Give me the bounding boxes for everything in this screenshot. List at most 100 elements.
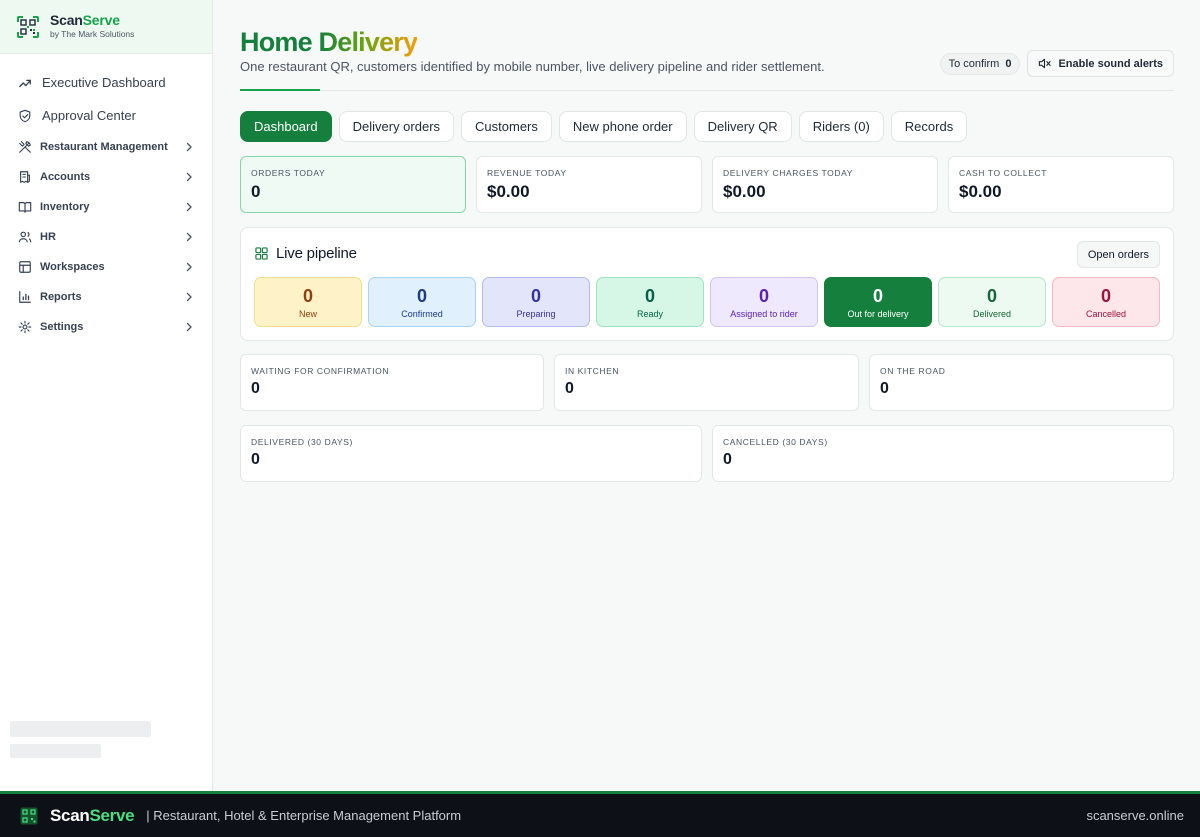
stage-count: 0 (416, 285, 427, 306)
card-label: DELIVERED (30 DAYS) (251, 437, 353, 447)
dashboard-grid-icon (255, 247, 268, 260)
sidebar-item-workspaces[interactable]: Workspaces (10, 252, 202, 282)
tab-riders[interactable]: Riders (0) (798, 111, 884, 142)
sidebar-item-reports[interactable]: Reports (10, 282, 202, 312)
pipeline-stage-assigned-to-rider[interactable]: 0 Assigned to rider (710, 277, 818, 327)
pipeline-stage-new[interactable]: 0 New (254, 277, 362, 327)
chevron-right-icon (186, 322, 192, 332)
card-value: 0 (880, 380, 889, 397)
tab-dashboard[interactable]: Dashboard (240, 111, 332, 142)
stage-label: Delivered (972, 308, 1012, 319)
footer-bar: ScanServe | Restaurant, Hotel & Enterpri… (0, 791, 1200, 837)
bar-chart-icon (19, 291, 31, 303)
header-divider (240, 90, 1174, 91)
card-value: $0.00 (959, 182, 1002, 201)
sidebar: ScanServe by The Mark Solutions Executiv… (0, 0, 213, 791)
tab-delivery-qr[interactable]: Delivery QR (693, 111, 792, 142)
footer-domain[interactable]: scanserve.online (1086, 808, 1184, 823)
sidebar-item-settings[interactable]: Settings (10, 312, 202, 342)
card-value: $0.00 (487, 182, 530, 201)
card-label: REVENUE TODAY (487, 168, 567, 178)
sidebar-item-approval-center[interactable]: Approval Center (10, 99, 202, 132)
sidebar-item-label: Inventory (40, 201, 90, 213)
grid-icon (19, 261, 31, 273)
sound-button-label: Enable sound alerts (1058, 57, 1163, 70)
sidebar-item-accounts[interactable]: Accounts (10, 162, 202, 192)
brand-header[interactable]: ScanServe by The Mark Solutions (0, 0, 212, 54)
brand-name: ScanServe (50, 12, 120, 28)
pipeline-heading: Live pipeline (255, 245, 357, 262)
tab-customers[interactable]: Customers (461, 111, 552, 142)
tab-records[interactable]: Records (890, 111, 968, 142)
in-kitchen-card: IN KITCHEN 0 (554, 354, 859, 411)
card-value: 0 (251, 380, 260, 397)
stage-count: 0 (302, 285, 313, 306)
header-actions: To confirm 0 Enable sound alerts (939, 50, 1174, 77)
loading-skeleton (10, 744, 101, 758)
tab-new-phone-order[interactable]: New phone order (558, 111, 687, 142)
stage-label: Out for delivery (847, 308, 909, 319)
stage-label: Assigned to rider (730, 308, 798, 319)
enable-sound-alerts-button[interactable]: Enable sound alerts (1027, 50, 1174, 77)
card-value: 0 (251, 182, 261, 201)
sidebar-item-inventory[interactable]: Inventory (10, 192, 202, 222)
orders-today-card: ORDERS TODAY 0 (240, 156, 466, 213)
chevron-right-icon (186, 202, 192, 212)
stage-label: Confirmed (401, 308, 443, 319)
stage-label: Cancelled (1085, 308, 1127, 319)
card-value: 0 (723, 451, 732, 468)
cash-to-collect-card: CASH TO COLLECT $0.00 (948, 156, 1174, 213)
card-label: ORDERS TODAY (251, 168, 326, 178)
pipeline-stage-out-for-delivery[interactable]: 0 Out for delivery (824, 277, 932, 327)
stage-label: Ready (636, 308, 663, 319)
live-pipeline-panel: Live pipeline Open orders 0 New 0 Confirmed… (240, 227, 1174, 341)
card-label: IN KITCHEN (565, 366, 620, 376)
cancelled-30-days-card: CANCELLED (30 DAYS) 0 (712, 425, 1174, 482)
tab-delivery-orders[interactable]: Delivery orders (338, 111, 455, 142)
stage-label: Preparing (516, 308, 556, 319)
sidebar-item-label: Settings (40, 321, 84, 333)
sidebar-item-label: HR (40, 231, 56, 243)
revenue-today-card: REVENUE TODAY $0.00 (476, 156, 702, 213)
stage-count: 0 (986, 285, 997, 306)
card-label: CANCELLED (30 DAYS) (723, 437, 828, 447)
pipeline-stage-ready[interactable]: 0 Ready (596, 277, 704, 327)
to-confirm-count: 0 (1005, 57, 1012, 70)
book-icon (18, 202, 32, 213)
users-icon (18, 231, 32, 243)
sidebar-item-label: Workspaces (40, 261, 105, 273)
sidebar-item-hr[interactable]: HR (10, 222, 202, 252)
sidebar-item-label: Approval Center (42, 108, 136, 123)
sidebar-item-label: Reports (40, 291, 82, 303)
receipt-icon (20, 171, 30, 183)
chevron-right-icon (186, 142, 192, 152)
delivered-30-days-card: DELIVERED (30 DAYS) 0 (240, 425, 702, 482)
chevron-right-icon (186, 292, 192, 302)
sidebar-item-executive-dashboard[interactable]: Executive Dashboard (10, 66, 202, 99)
chevron-right-icon (186, 172, 192, 182)
waiting-confirmation-card: WAITING FOR CONFIRMATION 0 (240, 354, 544, 411)
pipeline-title: Live pipeline (276, 245, 357, 262)
check-shield-icon (19, 109, 31, 122)
on-the-road-card: ON THE ROAD 0 (869, 354, 1174, 411)
pipeline-stages: 0 New 0 Confirmed 0 Preparing 0 Ready 0 Assigned … (254, 277, 1160, 327)
open-orders-button[interactable]: Open orders (1076, 241, 1160, 268)
qr-logo-icon (17, 15, 39, 38)
stage-count: 0 (872, 285, 883, 306)
footer-brand: ScanServe (50, 805, 135, 825)
chevron-right-icon (186, 262, 192, 272)
card-value: 0 (565, 380, 574, 397)
main-content: Home Delivery One restaurant QR, custome… (240, 0, 1174, 482)
card-value: 0 (251, 451, 260, 468)
stage-label: New (298, 308, 317, 319)
sidebar-item-restaurant-management[interactable]: Restaurant Management (10, 132, 202, 162)
gear-icon (18, 320, 32, 334)
to-confirm-badge[interactable]: To confirm 0 (939, 52, 1021, 75)
chevron-right-icon (186, 232, 192, 242)
pipeline-stage-cancelled[interactable]: 0 Cancelled (1052, 277, 1160, 327)
pipeline-stage-preparing[interactable]: 0 Preparing (482, 277, 590, 327)
pipeline-stage-confirmed[interactable]: 0 Confirmed (368, 277, 476, 327)
pipeline-stage-delivered[interactable]: 0 Delivered (938, 277, 1046, 327)
card-label: CASH TO COLLECT (959, 168, 1048, 178)
footer-tagline: | Restaurant, Hotel & Enterprise Managem… (146, 808, 462, 823)
